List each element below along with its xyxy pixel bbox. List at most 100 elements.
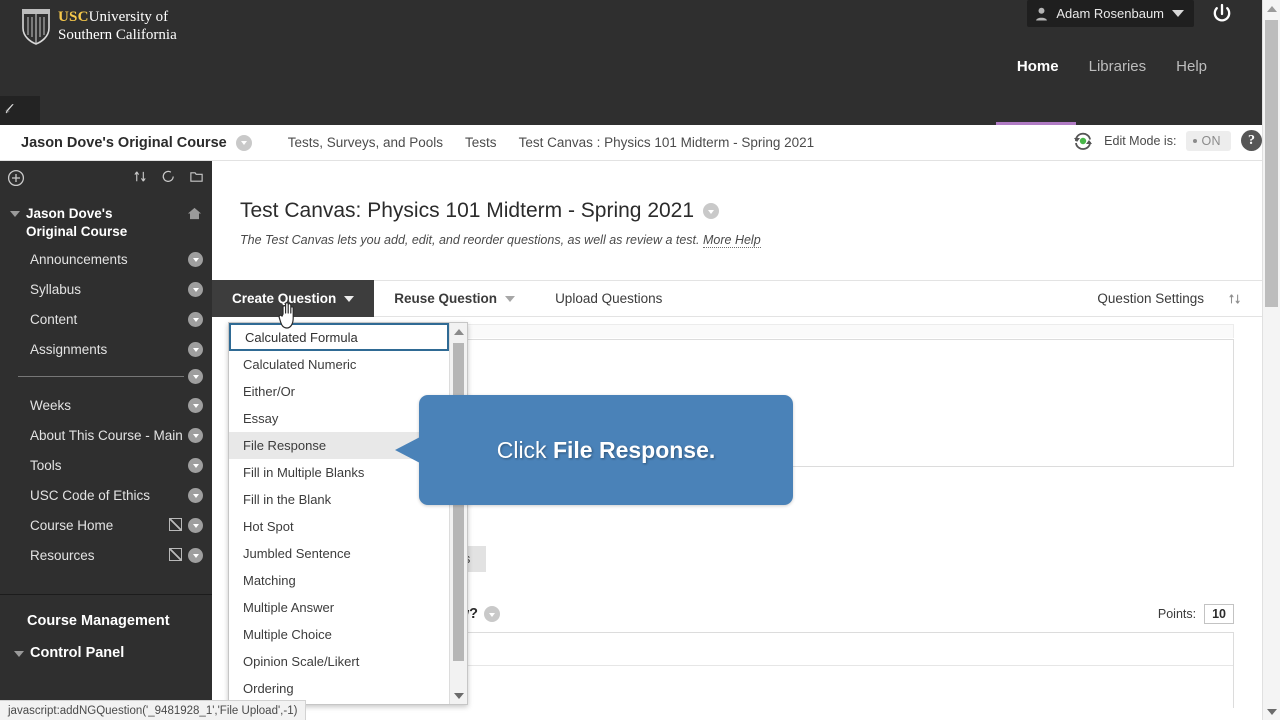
dropdown-item-calculated-formula[interactable]: Calculated Formula <box>229 323 449 351</box>
dropdown-item-hot-spot[interactable]: Hot Spot <box>229 513 449 540</box>
item-options-chevron-icon[interactable] <box>188 342 203 358</box>
dropdown-item-opinion-scale-likert[interactable]: Opinion Scale/Likert <box>229 648 449 675</box>
link-icon[interactable]: 𝓁 <box>5 101 9 117</box>
dropdown-item-label: Either/Or <box>243 384 296 399</box>
course-title: Jason Dove's Original Course <box>21 134 227 151</box>
reuse-question-button[interactable]: Reuse Question <box>374 280 535 317</box>
dropdown-item-label: File Response <box>243 438 327 453</box>
dropdown-item-fill-in-the-blank[interactable]: Fill in the Blank <box>229 486 449 513</box>
sidebar-item-weeks[interactable]: Weeks <box>0 390 212 420</box>
question-settings-button[interactable]: Question Settings <box>1097 291 1204 306</box>
item-options-chevron-icon[interactable] <box>188 312 203 328</box>
course-menu-tool-icons <box>133 169 204 184</box>
usc-line2: Southern California <box>58 27 177 43</box>
page-scrollbar-thumb[interactable] <box>1265 20 1278 307</box>
sidebar-item-announcements[interactable]: Announcements <box>0 244 212 274</box>
sidebar-item-resources[interactable]: Resources <box>0 540 212 570</box>
divider-options-chevron-icon[interactable] <box>188 369 203 385</box>
item-options-chevron-icon[interactable] <box>188 252 203 268</box>
page-scroll-down-icon[interactable] <box>1263 703 1280 720</box>
sidebar-item-course-home[interactable]: Course Home <box>0 510 212 540</box>
edit-mode-controls: Edit Mode is: ON ? <box>1072 130 1262 151</box>
more-help-link[interactable]: More Help <box>703 233 761 248</box>
chevron-down-icon <box>344 295 355 302</box>
question-options-chevron-icon[interactable] <box>483 606 500 622</box>
status-bar-url: javascript:addNGQuestion('_9481928_1','F… <box>8 704 298 717</box>
add-content-icon[interactable] <box>7 169 25 192</box>
tab-home[interactable]: Home <box>1017 58 1059 77</box>
dropdown-item-label: Ordering <box>243 681 294 696</box>
upload-questions-button[interactable]: Upload Questions <box>535 280 682 317</box>
chevron-down-icon <box>1172 10 1184 17</box>
sidebar-item-label: Resources <box>30 547 95 563</box>
sidebar-item-content[interactable]: Content <box>0 304 212 334</box>
dropdown-item-fill-in-multiple-blanks[interactable]: Fill in Multiple Blanks <box>229 459 449 486</box>
edit-mode-value: ON <box>1201 133 1221 148</box>
dropdown-item-jumbled-sentence[interactable]: Jumbled Sentence <box>229 540 449 567</box>
hidden-from-students-icon <box>169 518 182 532</box>
folder-icon[interactable] <box>189 169 204 184</box>
home-icon[interactable] <box>187 206 202 226</box>
dropdown-item-either-or[interactable]: Either/Or <box>229 378 449 405</box>
course-menu-sidebar: Jason Dove's Original Course Announcemen… <box>0 161 212 720</box>
dropdown-item-essay[interactable]: Essay <box>229 405 449 432</box>
refresh-list-icon[interactable] <box>161 169 176 184</box>
tab-help[interactable]: Help <box>1176 58 1207 77</box>
breadcrumb-item-tests-surveys-pools[interactable]: Tests, Surveys, and Pools <box>288 135 443 150</box>
item-options-chevron-icon[interactable] <box>188 518 203 534</box>
user-menu[interactable]: Adam Rosenbaum <box>1027 0 1194 27</box>
dropdown-item-label: Hot Spot <box>243 519 294 534</box>
item-options-chevron-icon[interactable] <box>188 458 203 474</box>
sidebar-item-label: Assignments <box>30 341 108 357</box>
course-menu-chevron-icon[interactable] <box>235 134 252 151</box>
item-options-chevron-icon[interactable] <box>188 488 203 504</box>
breadcrumb: Tests, Surveys, and Pools Tests Test Can… <box>288 135 814 150</box>
dropdown-scrollbar[interactable] <box>449 323 467 704</box>
page-scrollbar[interactable] <box>1262 0 1280 720</box>
control-panel-toggle[interactable]: Control Panel <box>0 629 212 661</box>
page-options-chevron-icon[interactable] <box>703 203 720 219</box>
item-options-chevron-icon[interactable] <box>188 428 203 444</box>
sidebar-divider <box>0 364 212 390</box>
create-question-dropdown[interactable]: Calculated Formula Calculated Numeric Ei… <box>228 322 468 705</box>
action-bar: Create Question Reuse Question Upload Qu… <box>212 280 1262 317</box>
app-root: USCUniversity of Southern California Ada… <box>0 0 1280 720</box>
callout-tail <box>395 437 420 463</box>
logout-button[interactable] <box>1210 2 1234 26</box>
course-menu-header[interactable]: Jason Dove's Original Course <box>0 194 212 244</box>
item-options-chevron-icon[interactable] <box>188 282 203 298</box>
help-button[interactable]: ? <box>1241 130 1262 151</box>
sidebar-item-about-this-course[interactable]: About This Course - Main <box>0 420 212 450</box>
scroll-down-arrow-icon[interactable] <box>450 687 467 704</box>
sidebar-item-assignments[interactable]: Assignments <box>0 334 212 364</box>
page-scroll-up-icon[interactable] <box>1263 0 1280 17</box>
item-options-chevron-icon[interactable] <box>188 548 203 564</box>
upload-questions-label: Upload Questions <box>555 291 663 306</box>
sidebar-item-tools[interactable]: Tools <box>0 450 212 480</box>
sidebar-item-syllabus[interactable]: Syllabus <box>0 274 212 304</box>
dropdown-item-label: Opinion Scale/Likert <box>243 654 360 669</box>
page-description: The Test Canvas lets you add, edit, and … <box>212 223 1262 248</box>
dropdown-item-multiple-answer[interactable]: Multiple Answer <box>229 594 449 621</box>
reorder-icon[interactable] <box>1228 292 1242 306</box>
course-management-heading: Course Management <box>27 613 170 630</box>
item-options-chevron-icon[interactable] <box>188 398 203 414</box>
edit-mode-toggle[interactable]: ON <box>1186 130 1231 151</box>
dropdown-item-matching[interactable]: Matching <box>229 567 449 594</box>
sidebar-item-usc-code-of-ethics[interactable]: USC Code of Ethics <box>0 480 212 510</box>
page-description-text: The Test Canvas lets you add, edit, and … <box>240 233 700 247</box>
refresh-icon[interactable] <box>1072 131 1094 151</box>
points-value[interactable]: 10 <box>1204 604 1234 624</box>
scroll-up-arrow-icon[interactable] <box>450 323 467 340</box>
dropdown-item-ordering[interactable]: Ordering <box>229 675 449 702</box>
breadcrumb-item-test-canvas[interactable]: Test Canvas : Physics 101 Midterm - Spri… <box>519 135 815 150</box>
divider-line <box>18 376 184 378</box>
reorder-icon[interactable] <box>133 169 148 184</box>
dropdown-item-multiple-choice[interactable]: Multiple Choice <box>229 621 449 648</box>
breadcrumb-item-tests[interactable]: Tests <box>465 135 497 150</box>
callout-prefix: Click <box>496 436 553 463</box>
usc-logo[interactable]: USCUniversity of Southern California <box>20 8 177 45</box>
dropdown-item-label: Multiple Answer <box>243 600 335 615</box>
tab-libraries[interactable]: Libraries <box>1089 58 1147 77</box>
dropdown-item-calculated-numeric[interactable]: Calculated Numeric <box>229 351 449 378</box>
